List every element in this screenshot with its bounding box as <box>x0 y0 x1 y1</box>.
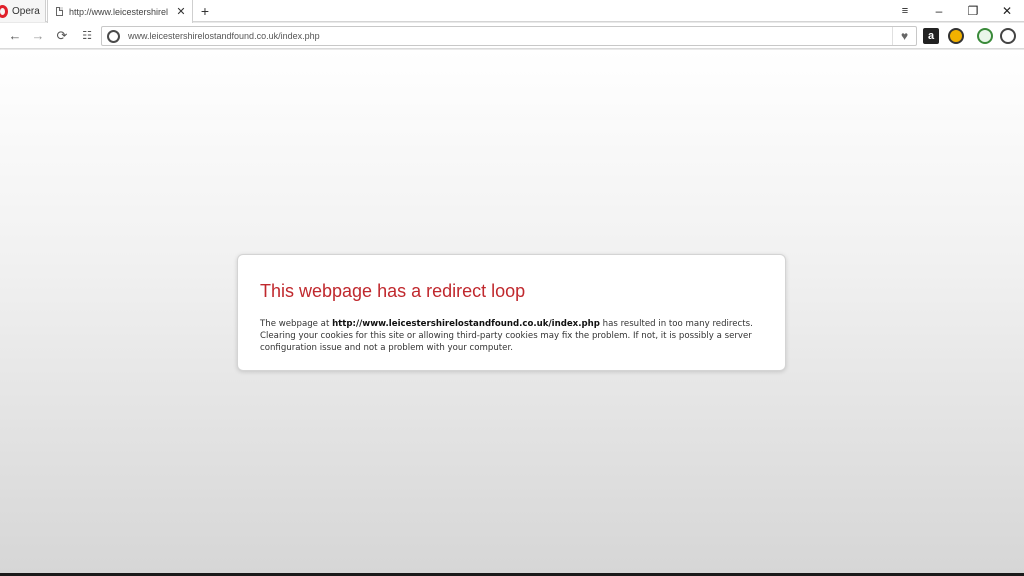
account-icon[interactable] <box>1000 28 1016 44</box>
minimize-button[interactable]: – <box>922 4 956 18</box>
amazon-icon[interactable]: a <box>923 28 939 44</box>
site-info-icon[interactable] <box>107 29 120 43</box>
page-content: This webpage has a redirect loop The web… <box>0 50 1024 576</box>
new-tab-button[interactable]: + <box>198 2 212 20</box>
opera-menu-button[interactable]: Opera <box>0 0 46 22</box>
extension-icon[interactable] <box>948 28 964 44</box>
tab-close-icon[interactable]: ✕ <box>174 5 188 18</box>
tab-title: http://www.leicestershirel <box>69 6 169 17</box>
opera-logo-icon <box>0 4 8 18</box>
tab-strip: Opera http://www.leicestershirel ✕ + ≡ –… <box>0 0 1024 23</box>
url-text[interactable]: www.leicestershirelostandfound.co.uk/ind… <box>128 31 892 41</box>
address-bar[interactable]: www.leicestershirelostandfound.co.uk/ind… <box>101 26 917 46</box>
close-window-button[interactable]: ✕ <box>990 4 1024 18</box>
reload-button[interactable]: ⟳ <box>53 27 71 45</box>
opera-menu-label: Opera <box>12 5 40 17</box>
error-card: This webpage has a redirect loop The web… <box>237 254 786 371</box>
error-body-prefix: The webpage at <box>260 319 333 329</box>
bookmark-heart-icon[interactable]: ♥ <box>892 27 916 45</box>
error-description: The webpage at http://www.leicestershire… <box>260 318 763 354</box>
restore-button[interactable]: ❐ <box>956 4 990 18</box>
error-title: This webpage has a redirect loop <box>260 281 526 301</box>
sync-icon[interactable] <box>977 28 993 44</box>
forward-button[interactable]: → <box>29 27 47 45</box>
address-toolbar: ← → ⟳ ☷ www.leicestershirelostandfound.c… <box>0 23 1024 49</box>
page-icon <box>56 7 63 16</box>
tab-active[interactable]: http://www.leicestershirel ✕ <box>47 0 193 23</box>
error-body-url: http://www.leicestershirelostandfound.co… <box>332 319 600 329</box>
tab-menu-icon[interactable]: ≡ <box>888 5 922 17</box>
speed-dial-button[interactable]: ☷ <box>78 27 96 45</box>
window-controls: ≡ – ❐ ✕ <box>888 0 1024 22</box>
back-button[interactable]: ← <box>6 27 24 45</box>
